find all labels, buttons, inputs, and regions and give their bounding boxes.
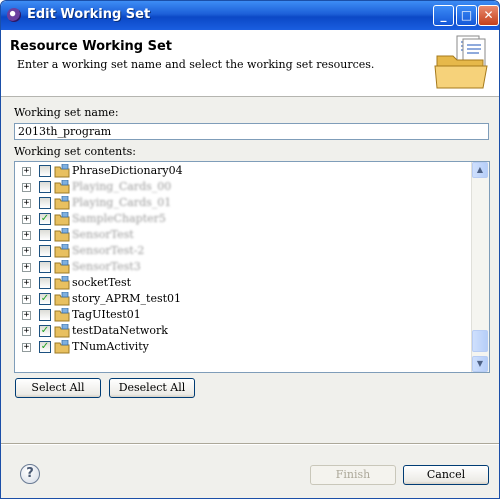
project-folder-icon <box>54 196 70 210</box>
eclipse-icon <box>7 8 21 22</box>
project-folder-icon <box>54 244 70 258</box>
project-folder-icon <box>54 340 70 354</box>
item-label: SampleChapter5 <box>72 212 166 225</box>
item-label: testDataNetwork <box>72 324 168 337</box>
project-folder-icon <box>54 292 70 306</box>
item-label: SensorTest3 <box>72 260 141 273</box>
finish-button: Finish <box>310 465 396 485</box>
project-folder-icon <box>54 164 70 178</box>
item-label: story_APRM_test01 <box>72 292 182 305</box>
item-label: SensorTest <box>72 228 134 241</box>
item-label: socketTest <box>72 276 132 289</box>
item-checkbox-checked[interactable]: ✓ <box>39 341 51 353</box>
item-label: TagUItest01 <box>72 308 141 321</box>
working-set-name-input[interactable]: 2013th_program <box>14 123 489 140</box>
deselect-all-button[interactable]: Deselect All <box>109 378 195 398</box>
item-checkbox-checked[interactable]: ✓ <box>39 213 51 225</box>
close-button[interactable]: ✕ <box>478 5 499 26</box>
project-folder-icon <box>54 180 70 194</box>
vertical-scrollbar[interactable]: ▲ ▼ <box>471 162 489 372</box>
scroll-up-icon[interactable]: ▲ <box>472 162 488 178</box>
item-checkbox[interactable] <box>39 309 51 321</box>
expand-icon[interactable]: + <box>22 343 31 352</box>
wizard-header: Resource Working Set Enter a working set… <box>1 30 499 97</box>
project-folder-icon <box>54 260 70 274</box>
expand-icon[interactable]: + <box>22 263 31 272</box>
expand-icon[interactable]: + <box>22 215 31 224</box>
help-icon[interactable]: ? <box>20 464 40 484</box>
project-folder-icon <box>54 324 70 338</box>
item-label: PhraseDictionary04 <box>72 164 183 177</box>
expand-icon[interactable]: + <box>22 199 31 208</box>
expand-icon[interactable]: + <box>22 279 31 288</box>
expand-icon[interactable]: + <box>22 231 31 240</box>
item-checkbox[interactable] <box>39 229 51 241</box>
project-folder-icon <box>54 276 70 290</box>
folder-documents-icon <box>434 35 488 89</box>
expand-icon[interactable]: + <box>22 247 31 256</box>
select-all-button[interactable]: Select All <box>15 378 101 398</box>
resource-tree[interactable]: + PhraseDictionary04 + Playing_Cards_00 … <box>14 161 490 373</box>
item-checkbox[interactable] <box>39 245 51 257</box>
footer-divider <box>1 443 499 445</box>
expand-icon[interactable]: + <box>22 327 31 336</box>
item-label: SensorTest-2 <box>72 244 145 257</box>
item-label: TNumActivity <box>72 340 149 353</box>
working-set-name-label: Working set name: <box>14 106 119 119</box>
expand-icon[interactable]: + <box>22 311 31 320</box>
item-checkbox-checked[interactable]: ✓ <box>39 293 51 305</box>
item-label: Playing_Cards_01 <box>72 196 172 209</box>
item-checkbox[interactable] <box>39 181 51 193</box>
expand-icon[interactable]: + <box>22 183 31 192</box>
window-title: Edit Working Set <box>27 7 151 22</box>
project-folder-icon <box>54 212 70 226</box>
maximize-button[interactable]: □ <box>456 5 477 26</box>
scroll-thumb[interactable] <box>472 330 488 352</box>
item-checkbox[interactable] <box>39 165 51 177</box>
expand-icon[interactable]: + <box>22 295 31 304</box>
project-folder-icon <box>54 308 70 322</box>
item-checkbox-checked[interactable]: ✓ <box>39 325 51 337</box>
header-title: Resource Working Set <box>10 39 173 54</box>
expand-icon[interactable]: + <box>22 167 31 176</box>
item-checkbox[interactable] <box>39 277 51 289</box>
edit-working-set-dialog: Edit Working Set _ □ ✕ Resource Working … <box>0 0 500 499</box>
title-bar[interactable]: Edit Working Set _ □ ✕ <box>1 1 499 30</box>
item-checkbox[interactable] <box>39 261 51 273</box>
item-checkbox[interactable] <box>39 197 51 209</box>
cancel-button[interactable]: Cancel <box>403 465 489 485</box>
item-label: Playing_Cards_00 <box>72 180 172 193</box>
header-description: Enter a working set name and select the … <box>17 58 375 71</box>
project-folder-icon <box>54 228 70 242</box>
working-set-contents-label: Working set contents: <box>14 145 136 158</box>
scroll-down-icon[interactable]: ▼ <box>472 356 488 372</box>
minimize-button[interactable]: _ <box>433 5 454 26</box>
